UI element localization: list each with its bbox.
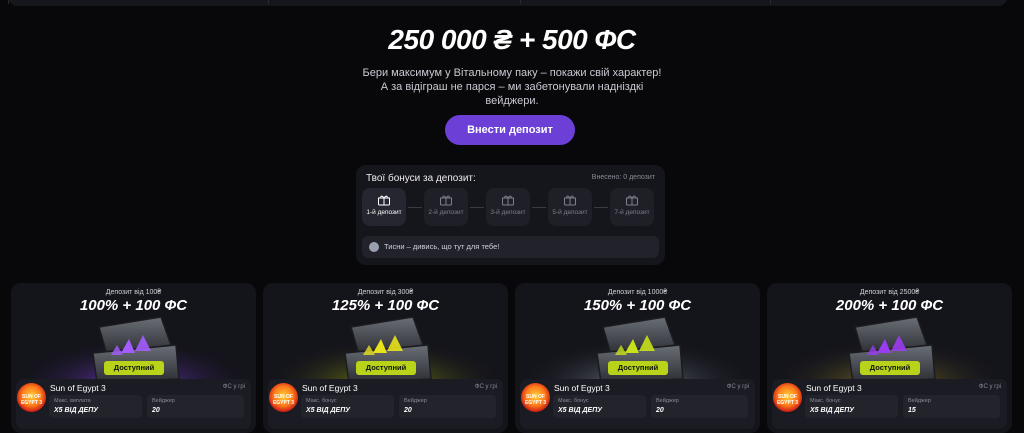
max-payout-label: Макс. бонус bbox=[306, 398, 337, 404]
step-connector bbox=[470, 207, 484, 208]
wager-box: Вейджер 20 bbox=[399, 395, 496, 418]
bonus-details: SUN OF EGYPT 3 Sun of Egypt 3 ФС у грі М… bbox=[268, 379, 503, 429]
wager-value: 20 bbox=[404, 407, 412, 414]
available-badge: Доступний bbox=[608, 361, 668, 375]
step-label: 2-й депозит bbox=[428, 209, 464, 216]
wager-label: Вейджер bbox=[656, 398, 679, 404]
strip-divider bbox=[770, 0, 771, 4]
max-payout-label: Макс. бонус bbox=[810, 398, 841, 404]
bonus-card-3[interactable]: Депозит від 1000₴ 150% + 100 ФС Доступни… bbox=[515, 283, 760, 433]
available-badge: Доступний bbox=[356, 361, 416, 375]
game-logo: SUN OF EGYPT 3 bbox=[269, 383, 298, 412]
max-payout-value: X5 ВІД ДЕПУ bbox=[54, 407, 99, 414]
min-deposit-label: Депозит від 2500₴ bbox=[859, 289, 920, 296]
min-deposit-label: Депозит від 300₴ bbox=[357, 289, 414, 296]
step-label: 7-й депозит bbox=[614, 209, 650, 216]
max-payout-value: X5 ВІД ДЕПУ bbox=[810, 407, 855, 414]
game-logo: SUN OF EGYPT 3 bbox=[773, 383, 802, 412]
min-deposit-label: Депозит від 1000₴ bbox=[607, 289, 668, 296]
wager-label: Вейджер bbox=[908, 398, 931, 404]
bonus-details: SUN OF EGYPT 3 Sun of Egypt 3 ФС у грі М… bbox=[520, 379, 755, 429]
game-name: Sun of Egypt 3 bbox=[302, 383, 358, 393]
max-payout-value: X5 ВІД ДЕПУ bbox=[306, 407, 351, 414]
deposit-button[interactable]: Внести депозит bbox=[445, 115, 575, 145]
available-badge: Доступний bbox=[860, 361, 920, 375]
top-strip-bar bbox=[8, 0, 1008, 6]
bonus-panel-heading: Твої бонуси за депозит: bbox=[366, 173, 476, 184]
wager-label: Вейджер bbox=[404, 398, 427, 404]
bonus-card-1[interactable]: Депозит від 100₴ 100% + 100 ФС Доступний… bbox=[11, 283, 256, 433]
wager-box: Вейджер 20 bbox=[147, 395, 244, 418]
deposit-bonus-panel: Твої бонуси за депозит: Внесено: 0 депоз… bbox=[356, 165, 665, 265]
game-name: Sun of Egypt 3 bbox=[554, 383, 610, 393]
max-payout-box: Макс. бонус X5 ВІД ДЕПУ bbox=[805, 395, 898, 418]
max-payout-label: Макс. виплата bbox=[54, 398, 91, 404]
step-label: 1-й депозит bbox=[366, 209, 402, 216]
wager-box: Вейджер 15 bbox=[903, 395, 1000, 418]
hero-subtitle: Бери максимум у Вітальному паку – покажи… bbox=[362, 67, 662, 107]
game-logo-text: SUN OF EGYPT 3 bbox=[776, 394, 799, 406]
bonus-details: SUN OF EGYPT 3 Sun of Egypt 3 ФС у грі М… bbox=[16, 379, 251, 429]
bonus-offer-title: 100% + 100 ФС bbox=[79, 297, 188, 314]
wager-value: 20 bbox=[656, 407, 664, 414]
bonus-details: SUN OF EGYPT 3 Sun of Egypt 3 ФС у грі М… bbox=[772, 379, 1007, 429]
gift-box-icon bbox=[378, 195, 390, 206]
game-logo-text: SUN OF EGYPT 3 bbox=[20, 394, 43, 406]
fs-in-game-label: ФС у грі bbox=[222, 384, 245, 390]
step-deposit-7[interactable]: 7-й депозит bbox=[610, 188, 654, 226]
wager-label: Вейджер bbox=[152, 398, 175, 404]
step-connector bbox=[408, 207, 422, 208]
game-logo: SUN OF EGYPT 3 bbox=[17, 383, 46, 412]
game-logo-text: SUN OF EGYPT 3 bbox=[524, 394, 547, 406]
bonus-card-2[interactable]: Депозит від 300₴ 125% + 100 ФС Доступний… bbox=[263, 283, 508, 433]
gift-box-icon bbox=[440, 195, 452, 206]
bonus-hint-text: Тисни – дивись, що тут для тебе! bbox=[384, 242, 500, 251]
game-logo-text: SUN OF EGYPT 3 bbox=[272, 394, 295, 406]
gift-box-icon bbox=[502, 195, 514, 206]
step-deposit-5[interactable]: 5-й депозит bbox=[548, 188, 592, 226]
wager-value: 20 bbox=[152, 407, 160, 414]
strip-divider bbox=[8, 0, 9, 4]
game-logo: SUN OF EGYPT 3 bbox=[521, 383, 550, 412]
bonus-card-4[interactable]: Депозит від 2500₴ 200% + 100 ФС Доступни… bbox=[767, 283, 1012, 433]
bonus-hint-button[interactable]: Тисни – дивись, що тут для тебе! bbox=[362, 236, 659, 258]
strip-divider bbox=[520, 0, 521, 4]
game-name: Sun of Egypt 3 bbox=[806, 383, 862, 393]
bonus-offer-title: 125% + 100 ФС bbox=[331, 297, 440, 314]
wager-box: Вейджер 20 bbox=[651, 395, 748, 418]
fs-in-game-label: ФС у грі bbox=[474, 384, 497, 390]
max-payout-value: X5 ВІД ДЕПУ bbox=[558, 407, 603, 414]
max-payout-box: Макс. бонус X5 ВІД ДЕПУ bbox=[553, 395, 646, 418]
step-label: 3-й депозит bbox=[490, 209, 526, 216]
wager-value: 15 bbox=[908, 407, 916, 414]
min-deposit-label: Депозит від 100₴ bbox=[105, 289, 162, 296]
max-payout-label: Макс. бонус bbox=[558, 398, 589, 404]
max-payout-box: Макс. бонус X5 ВІД ДЕПУ bbox=[301, 395, 394, 418]
max-payout-box: Макс. виплата X5 ВІД ДЕПУ bbox=[49, 395, 142, 418]
bonus-offer-title: 200% + 100 ФС bbox=[835, 297, 944, 314]
step-connector bbox=[532, 207, 546, 208]
step-label: 5-й депозит bbox=[552, 209, 588, 216]
strip-divider bbox=[268, 0, 269, 4]
step-deposit-2[interactable]: 2-й депозит bbox=[424, 188, 468, 226]
info-icon bbox=[369, 242, 379, 252]
step-deposit-3[interactable]: 3-й депозит bbox=[486, 188, 530, 226]
fs-in-game-label: ФС у грі bbox=[726, 384, 749, 390]
gift-box-icon bbox=[626, 195, 638, 206]
hero-title: 250 000 ₴ + 500 ФС bbox=[388, 24, 636, 55]
fs-in-game-label: ФС у грі bbox=[978, 384, 1001, 390]
step-connector bbox=[594, 207, 608, 208]
deposits-made-label: Внесено: 0 депозит bbox=[591, 174, 655, 181]
step-deposit-1[interactable]: 1-й депозит bbox=[362, 188, 406, 226]
game-name: Sun of Egypt 3 bbox=[50, 383, 106, 393]
top-strip bbox=[0, 0, 1024, 10]
available-badge: Доступний bbox=[104, 361, 164, 375]
deposit-steps: 1-й депозит 2-й депозит 3-й депозит 5-й … bbox=[362, 188, 659, 226]
gift-box-icon bbox=[564, 195, 576, 206]
bonus-offer-title: 150% + 100 ФС bbox=[583, 297, 692, 314]
